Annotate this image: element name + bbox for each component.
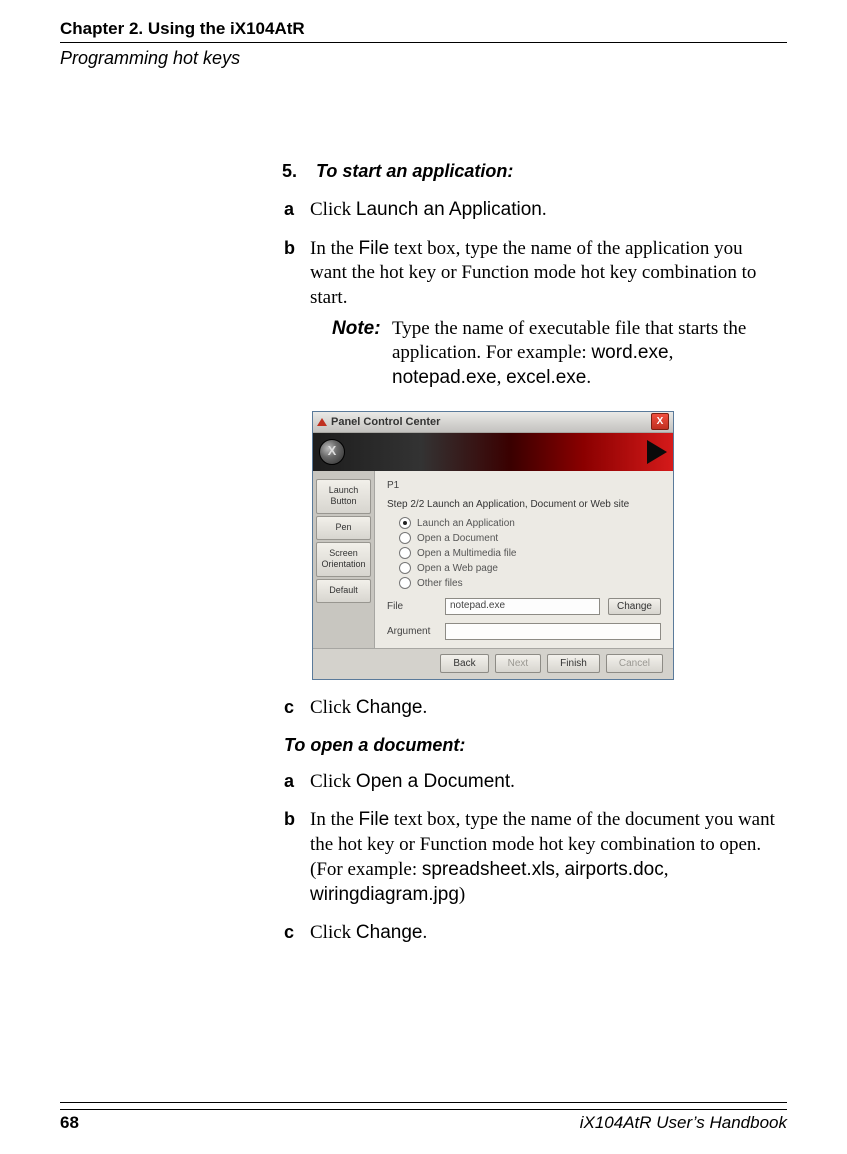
doc-b-sep2: , (664, 859, 669, 880)
doc-b-pre: In the (310, 809, 359, 830)
radio-open-webpage[interactable]: Open a Web page (399, 562, 661, 575)
app-banner: X (313, 433, 673, 471)
main-content: 5. To start an application: a Click Laun… (282, 160, 782, 959)
argument-input[interactable] (445, 623, 661, 640)
page-number: 68 (60, 1112, 79, 1134)
tab-default[interactable]: Default (316, 579, 371, 603)
radio-icon (399, 517, 411, 529)
substep-b-body: In the File text box, type the name of t… (310, 237, 782, 397)
note-ex1: word.exe (591, 342, 668, 363)
note-sep1: , (669, 342, 674, 363)
main-pane: P1 Step 2/2 Launch an Application, Docum… (375, 471, 673, 648)
doc-section-title: To open a document: (284, 734, 782, 757)
window-title: Panel Control Center (331, 415, 440, 429)
tab-launch-button[interactable]: Launch Button (316, 479, 371, 514)
doc-a-letter: a (284, 770, 310, 795)
header-rule (60, 42, 787, 43)
note-label: Note: (332, 317, 392, 391)
substep-b-pre: In the (310, 238, 359, 259)
doc-b-body: In the File text box, type the name of t… (310, 808, 782, 907)
doc-a-body: Click Open a Document. (310, 770, 782, 795)
radio-launch-application[interactable]: Launch an Application (399, 517, 661, 530)
doc-b-ex3: wiringdiagram.jpg (310, 884, 459, 905)
radio-label: Launch an Application (417, 517, 515, 530)
back-button[interactable]: Back (440, 654, 488, 673)
radio-open-multimedia[interactable]: Open a Multimedia file (399, 547, 661, 560)
radio-other-files[interactable]: Other files (399, 577, 661, 590)
close-icon[interactable]: X (651, 413, 669, 430)
doc-a-pre: Click (310, 771, 356, 792)
banner-triangle-icon (647, 440, 667, 464)
radio-icon (399, 562, 411, 574)
file-label: File (387, 600, 437, 613)
cancel-button[interactable]: Cancel (606, 654, 663, 673)
doc-b-ex1: spreadsheet.xls (422, 859, 555, 880)
doc-a-ui: Open a Document (356, 771, 510, 792)
screenshot-panel-control-center: Panel Control Center X X Launch Button P… (312, 411, 674, 680)
step-number: 5. (282, 160, 316, 183)
side-tabs: Launch Button Pen Screen Orientation Def… (313, 471, 375, 648)
xplore-logo-icon: X (319, 439, 345, 465)
note-body: Type the name of executable file that st… (392, 317, 782, 391)
substep-a-end: . (542, 199, 547, 220)
substep-c-post: . (422, 697, 427, 718)
radio-icon (399, 577, 411, 589)
next-button[interactable]: Next (495, 654, 542, 673)
radio-label: Open a Document (417, 532, 498, 545)
note-ex2: notepad.exe (392, 367, 497, 388)
argument-label: Argument (387, 625, 437, 638)
radio-icon (399, 547, 411, 559)
doc-b-post: ) (459, 884, 465, 905)
substep-c-letter: c (284, 696, 310, 721)
tab-screen-orientation[interactable]: Screen Orientation (316, 542, 371, 577)
note-post: . (586, 367, 591, 388)
doc-b-ui: File (359, 809, 390, 830)
page-footer: 68 iX104AtR User’s Handbook (60, 1100, 787, 1134)
substep-c-pre: Click (310, 697, 356, 718)
radio-label: Other files (417, 577, 463, 590)
finish-button[interactable]: Finish (547, 654, 600, 673)
tab-pen[interactable]: Pen (316, 516, 371, 540)
note-sep2: , (497, 367, 507, 388)
doc-c-ui: Change (356, 922, 423, 943)
substep-c-body: Click Change. (310, 696, 782, 721)
change-button[interactable]: Change (608, 598, 661, 615)
doc-b-ex2: airports.doc (564, 859, 663, 880)
handbook-title: iX104AtR User’s Handbook (580, 1112, 787, 1134)
doc-c-pre: Click (310, 922, 356, 943)
doc-c-letter: c (284, 921, 310, 946)
footer-rule-top (60, 1102, 787, 1103)
section-title: Programming hot keys (60, 47, 787, 70)
doc-c-body: Click Change. (310, 921, 782, 946)
radio-label: Open a Web page (417, 562, 498, 575)
substep-a-text: Click (310, 199, 356, 220)
footer-rule-bottom (60, 1109, 787, 1110)
doc-c-post: . (422, 922, 427, 943)
substep-a-letter: a (284, 198, 310, 223)
file-input[interactable]: notepad.exe (445, 598, 600, 615)
wizard-buttons: Back Next Finish Cancel (313, 648, 673, 679)
doc-b-sep1: , (555, 859, 565, 880)
substep-a-ui-text: Launch an Application (356, 199, 542, 220)
substep-a-body: Click Launch an Application. (310, 198, 782, 223)
app-icon (317, 418, 327, 426)
radio-label: Open a Multimedia file (417, 547, 517, 560)
doc-b-letter: b (284, 808, 310, 907)
radio-icon (399, 532, 411, 544)
note-ex3: excel.exe (506, 367, 586, 388)
substep-b-letter: b (284, 237, 310, 397)
substep-b-ui: File (359, 238, 390, 259)
button-id-label: P1 (387, 479, 661, 492)
radio-open-document[interactable]: Open a Document (399, 532, 661, 545)
substep-c-ui: Change (356, 697, 423, 718)
note-pre: Type the name of executable file that st… (392, 318, 746, 364)
wizard-step-label: Step 2/2 Launch an Application, Document… (387, 498, 661, 511)
step-title: To start an application: (316, 160, 513, 183)
doc-a-post: . (510, 771, 515, 792)
titlebar: Panel Control Center X (313, 412, 673, 433)
chapter-title: Chapter 2. Using the iX104AtR (60, 18, 787, 40)
